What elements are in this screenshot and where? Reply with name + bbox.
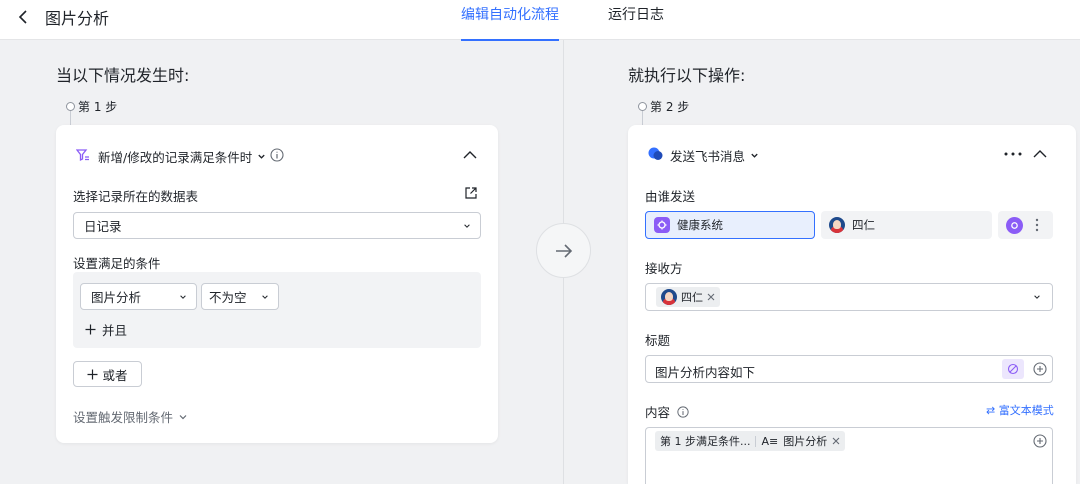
content-label: 内容 (645, 405, 671, 420)
table-select-value: 日记录 (84, 219, 122, 234)
content-token: 第 1 步满足条件... A≡ 图片分析 (655, 431, 846, 451)
bot-icon (1006, 216, 1023, 234)
content-label-row: 内容 (645, 402, 689, 421)
chevron-down-icon (180, 295, 186, 299)
info-icon[interactable] (270, 148, 284, 162)
content-token-prefix: A≡ (761, 434, 779, 448)
collapse-chevron-up-icon[interactable] (1032, 147, 1048, 161)
close-icon[interactable] (832, 437, 840, 445)
chevron-down-icon (1034, 295, 1040, 299)
trigger-heading: 当以下情况发生时: (56, 66, 190, 85)
avatar (661, 289, 677, 305)
chevron-down-icon (751, 153, 758, 158)
and-label: 并且 (102, 323, 128, 338)
sender-option-user[interactable]: 四仁 (821, 211, 992, 239)
title-input-value: 图片分析内容如下 (655, 365, 756, 380)
trigger-limit-toggle[interactable]: 设置触发限制条件 (73, 407, 188, 426)
step-dot-icon (66, 102, 75, 111)
filter-icon (76, 149, 89, 162)
condition-field-value: 图片分析 (91, 290, 142, 305)
tab-run-log[interactable]: 运行日志 (608, 4, 664, 40)
insert-field-plus-icon[interactable] (1033, 362, 1047, 376)
title-label: 标题 (645, 333, 671, 348)
rich-text-mode-link[interactable]: ⇄ 富文本模式 (986, 402, 1054, 418)
app-icon (654, 217, 670, 233)
recipient-select[interactable]: 四仁 (645, 283, 1053, 311)
content-token-field: 图片分析 (783, 435, 828, 448)
trigger-limit-label: 设置触发限制条件 (73, 410, 174, 425)
message-bubble-icon (648, 147, 663, 160)
vertical-more-icon[interactable] (1035, 218, 1039, 232)
action-heading: 就执行以下操作: (628, 66, 746, 85)
title-input[interactable]: 图片分析内容如下 (645, 355, 1053, 383)
flow-arrow (536, 223, 591, 278)
step-connector (70, 111, 71, 125)
step-1-label: 第 1 步 (78, 100, 118, 114)
tab-edit-flow[interactable]: 编辑自动化流程 (461, 4, 559, 41)
add-and-condition-button[interactable]: 并且 (85, 320, 127, 339)
condition-operator-value: 不为空 (209, 290, 247, 305)
trigger-card: 新增/修改的记录满足条件时 选择记录所在的数据表 日记录 设置满足的条件 图片分… (56, 125, 498, 443)
step-1: 第 1 步 (66, 98, 117, 115)
trigger-type-label: 新增/修改的记录满足条件时 (98, 150, 253, 165)
recipient-tag: 四仁 (656, 287, 720, 307)
recipient-tag-label: 四仁 (681, 291, 703, 304)
add-or-condition-button[interactable]: 或者 (73, 361, 142, 387)
or-label: 或者 (102, 367, 128, 383)
step-dot-icon (638, 102, 647, 111)
chevron-down-icon (262, 295, 268, 299)
plus-icon (85, 324, 96, 335)
content-token-step: 第 1 步满足条件... (660, 435, 751, 448)
plus-icon (87, 369, 98, 379)
conditions-label: 设置满足的条件 (73, 256, 161, 271)
sender-more-group[interactable] (998, 211, 1053, 239)
arrow-right-icon (555, 243, 572, 258)
sender-label: 由谁发送 (645, 189, 696, 204)
chevron-down-icon (464, 224, 470, 228)
step-2-label: 第 2 步 (650, 100, 690, 114)
condition-field-select[interactable]: 图片分析 (80, 283, 197, 310)
sender-option-user-label: 四仁 (852, 218, 875, 232)
step-2: 第 2 步 (638, 98, 689, 115)
table-select[interactable]: 日记录 (73, 212, 481, 239)
action-type-select[interactable]: 发送飞书消息 (670, 146, 759, 165)
trigger-type-select[interactable]: 新增/修改的记录满足条件时 (98, 147, 266, 166)
recipient-label: 接收方 (645, 261, 683, 276)
collapse-chevron-up-icon[interactable] (462, 148, 478, 162)
top-bar: 图片分析 编辑自动化流程 运行日志 (0, 0, 1080, 41)
condition-group: 图片分析 不为空 并且 (73, 272, 481, 348)
open-external-icon[interactable] (464, 186, 478, 200)
chevron-down-icon (179, 414, 187, 419)
avatar (829, 217, 845, 233)
table-label: 选择记录所在的数据表 (73, 189, 199, 204)
page-title: 图片分析 (45, 9, 110, 28)
more-options-icon[interactable] (1004, 152, 1022, 156)
close-icon[interactable] (707, 293, 715, 301)
step-connector (642, 111, 643, 125)
content-editor[interactable]: 第 1 步满足条件... A≡ 图片分析 (645, 427, 1053, 484)
ai-magic-icon[interactable] (1002, 359, 1024, 379)
chevron-down-icon (258, 154, 265, 159)
action-card: 发送飞书消息 由谁发送 健康系统 四仁 接收方 四仁 标题 图片分析内容如下 内… (628, 125, 1076, 484)
insert-field-plus-icon[interactable] (1033, 434, 1047, 448)
sender-option-system[interactable]: 健康系统 (645, 211, 815, 239)
condition-operator-select[interactable]: 不为空 (201, 283, 279, 310)
back-arrow-icon[interactable] (14, 7, 34, 27)
info-icon[interactable] (677, 405, 689, 418)
action-type-label: 发送飞书消息 (670, 149, 746, 164)
sender-option-system-label: 健康系统 (677, 218, 723, 232)
